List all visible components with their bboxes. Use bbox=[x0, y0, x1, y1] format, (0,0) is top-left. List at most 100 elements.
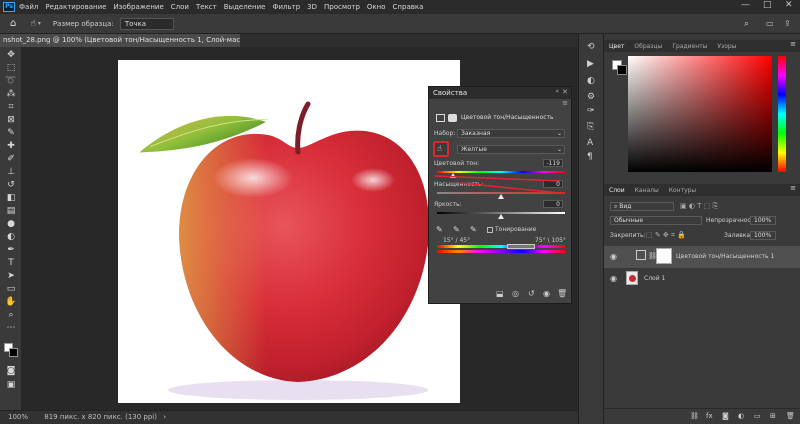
dodge-tool-icon[interactable]: ◐ bbox=[4, 231, 18, 243]
menu-select[interactable]: Выделение bbox=[224, 3, 266, 11]
path-selection-tool-icon[interactable]: ➤ bbox=[4, 270, 18, 282]
preset-select[interactable]: Заказная ⌄ bbox=[457, 129, 565, 138]
layer-visibility-eye-icon[interactable]: ◉ bbox=[610, 252, 617, 261]
layer-mask-thumbnail[interactable] bbox=[656, 248, 672, 264]
new-layer-icon[interactable]: ⊞ bbox=[770, 412, 776, 420]
tab-layers[interactable]: Слои bbox=[604, 187, 630, 194]
gradient-tool-icon[interactable]: ▤ bbox=[4, 205, 18, 217]
menu-help[interactable]: Справка bbox=[393, 3, 424, 11]
tab-patterns[interactable]: Узоры bbox=[712, 43, 741, 50]
menu-3d[interactable]: 3D bbox=[307, 3, 317, 11]
eraser-tool-icon[interactable]: ◧ bbox=[4, 192, 18, 204]
zoom-readout[interactable]: 100% bbox=[8, 413, 28, 421]
opacity-input[interactable]: 100% bbox=[750, 216, 776, 225]
tab-gradients[interactable]: Градиенты bbox=[667, 43, 712, 50]
maximize-button[interactable]: □ bbox=[763, 0, 772, 10]
search-icon[interactable]: ⌕ bbox=[744, 19, 749, 29]
actions-icon[interactable]: ▶ bbox=[587, 59, 594, 69]
hue-input[interactable]: -119 bbox=[543, 159, 563, 167]
move-tool-icon[interactable]: ✥ bbox=[4, 49, 18, 61]
brush-tool-icon[interactable]: ✐ bbox=[4, 153, 18, 165]
view-previous-icon[interactable]: ◎ bbox=[512, 289, 519, 298]
more-tools-icon[interactable]: ⋯ bbox=[4, 322, 18, 334]
color-bg-swatch[interactable] bbox=[617, 65, 627, 75]
properties-header[interactable]: Свойства bbox=[429, 87, 571, 99]
blur-tool-icon[interactable]: ● bbox=[4, 218, 18, 230]
minimize-button[interactable]: — bbox=[741, 0, 750, 10]
tab-color[interactable]: Цвет bbox=[604, 43, 629, 50]
type-tool-icon[interactable]: T bbox=[4, 257, 18, 269]
eyedropper-plus-icon[interactable]: ✎ bbox=[453, 225, 460, 234]
panel-collapse-icon[interactable]: « bbox=[555, 88, 559, 95]
layer-row[interactable]: ◉ Слой 1 bbox=[604, 268, 800, 290]
menu-layers[interactable]: Слои bbox=[171, 3, 189, 11]
visibility-icon[interactable]: ◉ bbox=[543, 289, 550, 298]
clone-source-icon[interactable]: ⎘ bbox=[587, 122, 594, 132]
pen-tool-icon[interactable]: ✒ bbox=[4, 244, 18, 256]
panel-menu-icon[interactable]: ≡ bbox=[562, 99, 568, 107]
hue-slider-track[interactable] bbox=[437, 171, 565, 173]
layer-filter-select[interactable]: ⌕ Вид bbox=[610, 202, 674, 211]
background-color-swatch[interactable] bbox=[9, 348, 18, 357]
lightness-input[interactable]: 0 bbox=[543, 200, 563, 208]
tab-channels[interactable]: Каналы bbox=[630, 187, 664, 194]
colorize-checkbox[interactable] bbox=[487, 227, 493, 233]
clone-stamp-tool-icon[interactable]: ⊥ bbox=[4, 166, 18, 178]
color-saturation-field[interactable] bbox=[628, 56, 772, 172]
layers-panel-menu-icon[interactable]: ≡ bbox=[790, 184, 796, 192]
channel-select[interactable]: Желтые ⌄ bbox=[457, 145, 565, 154]
menu-text[interactable]: Текст bbox=[196, 3, 217, 11]
color-panel-menu-icon[interactable]: ≡ bbox=[790, 40, 796, 48]
hand-tool-icon[interactable]: ✋ bbox=[4, 296, 18, 308]
add-mask-icon[interactable]: ◙ bbox=[722, 412, 729, 420]
menu-image[interactable]: Изображение bbox=[113, 3, 163, 11]
tab-paths[interactable]: Контуры bbox=[664, 187, 701, 194]
blend-mode-select[interactable]: Обычные bbox=[610, 216, 702, 225]
menu-view[interactable]: Просмотр bbox=[324, 3, 360, 11]
healing-brush-tool-icon[interactable]: ✚ bbox=[4, 140, 18, 152]
screen-mode-icon[interactable]: ▣ bbox=[4, 379, 18, 391]
history-icon[interactable]: ⟲ bbox=[587, 42, 595, 52]
character-icon[interactable]: A bbox=[587, 138, 593, 148]
new-adjustment-icon[interactable]: ◐ bbox=[738, 412, 744, 420]
panel-close-icon[interactable]: ✕ bbox=[562, 88, 568, 96]
saturation-input[interactable]: 0 bbox=[543, 180, 563, 188]
new-group-icon[interactable]: ▭ bbox=[754, 412, 761, 420]
workspace-icon[interactable]: ▭ bbox=[766, 19, 774, 28]
hue-slider-thumb[interactable] bbox=[450, 173, 456, 178]
magic-wand-tool-icon[interactable]: ⁂ bbox=[4, 88, 18, 100]
paragraph-icon[interactable]: ¶ bbox=[587, 152, 593, 162]
zoom-tool-icon[interactable]: ⌕ bbox=[4, 309, 18, 321]
paths-icon[interactable]: ✑ bbox=[587, 106, 595, 116]
menu-file[interactable]: Файл bbox=[19, 3, 38, 11]
home-icon[interactable]: ⌂ bbox=[10, 18, 16, 29]
lightness-slider-thumb[interactable] bbox=[498, 214, 504, 219]
eyedropper-tool-icon[interactable]: ✎ bbox=[4, 127, 18, 139]
crop-tool-icon[interactable]: ⌗ bbox=[4, 101, 18, 113]
eyedropper-hand-icon[interactable]: ☝ bbox=[30, 19, 35, 29]
layer-style-icon[interactable]: fx bbox=[706, 412, 713, 420]
brush-settings-icon[interactable]: ⚙ bbox=[587, 92, 595, 102]
color-hue-strip[interactable] bbox=[778, 56, 786, 172]
history-brush-tool-icon[interactable]: ↺ bbox=[4, 179, 18, 191]
close-window-button[interactable]: ✕ bbox=[785, 0, 793, 10]
layer-thumbnail[interactable] bbox=[626, 271, 638, 285]
adjustments-icon[interactable]: ◐ bbox=[587, 76, 595, 86]
layer-row[interactable]: ◉ ⛓ Цветовой тон/Насыщенность 1 bbox=[604, 246, 800, 268]
on-image-adjust-button[interactable]: ☝ bbox=[433, 141, 449, 157]
rectangle-tool-icon[interactable]: ▭ bbox=[4, 283, 18, 295]
eyedropper-minus-icon[interactable]: ✎ bbox=[470, 225, 477, 234]
marquee-tool-icon[interactable]: ⬚ bbox=[4, 62, 18, 74]
range-selector[interactable] bbox=[507, 244, 535, 249]
saturation-slider-thumb[interactable] bbox=[498, 194, 504, 199]
fill-input[interactable]: 100% bbox=[750, 231, 776, 240]
lock-icons[interactable]: ⬚ ✎ ✥ ⌗ 🔒 bbox=[646, 231, 686, 240]
eyedropper-icon[interactable]: ✎ bbox=[436, 225, 443, 234]
delete-adjustment-icon[interactable]: 🗑 bbox=[557, 289, 567, 298]
menu-window[interactable]: Окно bbox=[367, 3, 386, 11]
layer-visibility-eye-icon[interactable]: ◉ bbox=[610, 274, 617, 283]
menu-edit[interactable]: Редактирование bbox=[45, 3, 106, 11]
share-icon[interactable]: ⇪ bbox=[784, 19, 791, 28]
document-canvas[interactable] bbox=[118, 60, 460, 403]
frame-tool-icon[interactable]: ⊠ bbox=[4, 114, 18, 126]
